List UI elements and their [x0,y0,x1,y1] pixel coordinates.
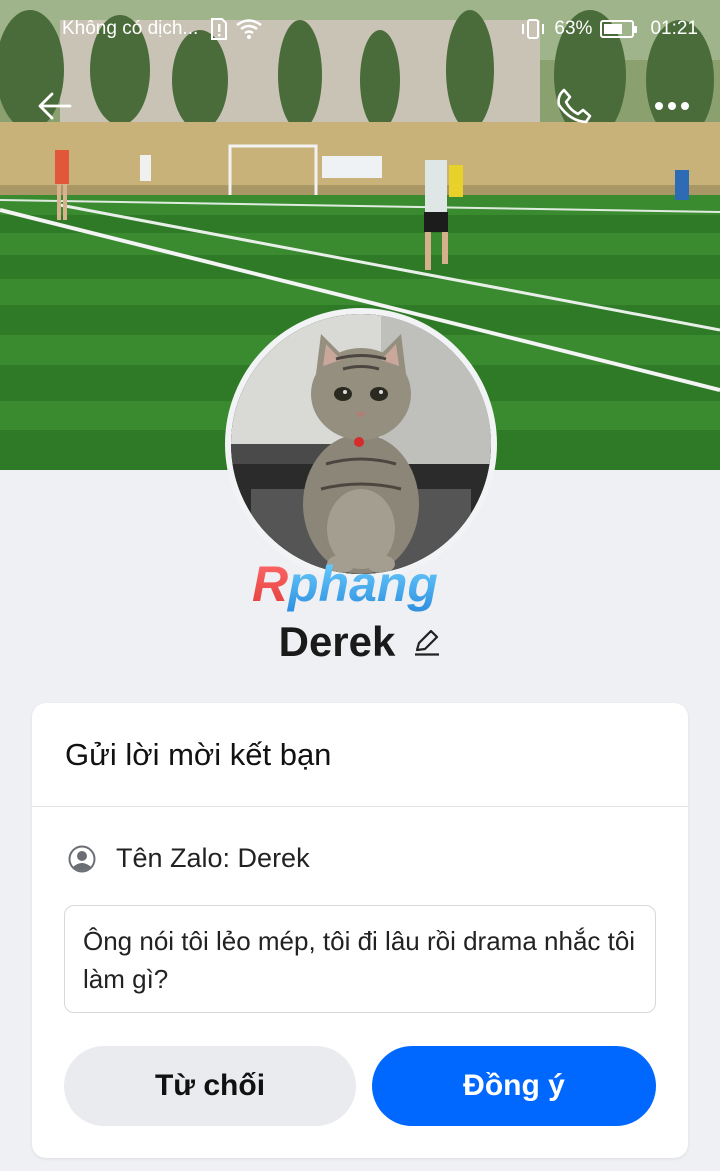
back-arrow-icon [38,92,72,120]
sim-alert-icon [211,18,228,40]
friend-request-card: Gửi lời mời kết bạn Tên Zalo: Derek Ông … [32,703,688,1158]
divider [32,806,688,807]
clock: 01:21 [650,18,698,39]
vibrate-icon [522,19,545,39]
more-icon [655,102,689,110]
accept-button[interactable]: Đồng ý [372,1046,656,1126]
decline-button[interactable]: Từ chối [64,1046,356,1126]
battery-icon [600,20,638,38]
back-button[interactable] [32,84,76,128]
svg-text:R: R [252,556,288,612]
avatar-image [231,314,491,574]
svg-text:phang: phang [286,556,438,612]
phone-icon [557,88,592,124]
carrier-text: Không có dịch... [62,18,199,39]
avatar[interactable] [225,308,497,580]
battery-percent: 63% [554,18,593,39]
profile-name-row: Derek [0,618,720,666]
call-button[interactable] [552,84,596,128]
request-message: Ông nói tôi lẻo mép, tôi đi lâu rồi dram… [64,905,656,1013]
watermark-logo: R phang [252,556,438,612]
profile-name: Derek [278,618,396,665]
card-title: Gửi lời mời kết bạn [65,737,332,772]
pencil-icon[interactable] [413,628,441,656]
zalo-name-row: Tên Zalo: Derek [68,843,310,874]
user-circle-icon [68,845,96,872]
wifi-icon [236,19,263,39]
more-button[interactable] [650,84,694,128]
zalo-name-label: Tên Zalo: Derek [116,843,310,873]
status-bar: Không có dịch... 63% 01:21 [0,0,720,58]
